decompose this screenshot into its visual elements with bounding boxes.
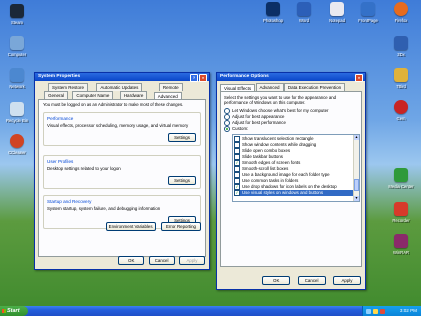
user-profiles-group: User Profiles Desktop settings related t… [43, 155, 201, 189]
cancel-button[interactable]: Cancel [297, 276, 326, 285]
ccleaner-icon [10, 134, 24, 148]
frontpage-icon [361, 2, 375, 16]
system-properties-footer: OK Cancel Apply [118, 256, 205, 265]
effects-scrollbar[interactable]: ▲ ▼ [353, 135, 359, 201]
performance-options-tabs: Visual Effects Advanced Data Execution P… [217, 81, 365, 92]
3dx-icon [394, 36, 408, 50]
network-icon [10, 68, 24, 82]
network-tray-icon[interactable] [366, 308, 371, 314]
media-center-icon [394, 168, 408, 182]
ok-button[interactable]: OK [262, 276, 291, 285]
intro-text: Select the settings you want to use for … [224, 95, 337, 105]
advanced-panel: You must be logged on as an Administrato… [38, 99, 206, 257]
recorder-icon [394, 202, 408, 216]
performance-group: Performance Visual effects, processor sc… [43, 112, 201, 146]
start-button[interactable]: Start [0, 306, 28, 316]
desktop-icon-firefox[interactable]: Firefox [384, 2, 418, 23]
volume-tray-icon[interactable] [373, 308, 378, 314]
firefox-icon [394, 2, 408, 16]
desktop-icon-network[interactable]: Network [0, 68, 34, 89]
error-reporting-button[interactable]: Error Reporting [161, 222, 201, 231]
desktop-icon-steam[interactable]: Steam [0, 4, 34, 25]
tab-general[interactable]: General [44, 91, 69, 99]
cancel-button[interactable]: Cancel [148, 256, 175, 265]
word-icon [297, 2, 311, 16]
clock[interactable]: 3:02 PM [400, 306, 417, 316]
desktop-icon-notepad[interactable]: Notepad [320, 2, 354, 23]
effect-item-selected[interactable]: ✓ Use visual styles on windows and button… [234, 190, 353, 196]
tab-remote[interactable]: Remote [158, 83, 183, 91]
tab-automatic-updates[interactable]: Automatic Updates [96, 83, 143, 91]
performance-options-window: Performance Options × Visual Effects Adv… [216, 72, 366, 290]
desktop-icon-photoshop[interactable]: Photoshop [256, 2, 290, 23]
radio-custom[interactable]: Custom: [224, 126, 358, 132]
winrar-icon [394, 234, 408, 248]
7bird-icon [394, 68, 408, 82]
desktop-icon-3dx[interactable]: 3Dx [384, 36, 418, 57]
system-tray: 3:02 PM [362, 306, 421, 316]
desktop-icon-7bird[interactable]: 7Bird [384, 68, 418, 89]
desktop-icon-media-center[interactable]: Media Center [384, 168, 418, 189]
tab-advanced[interactable]: Advanced [255, 83, 284, 91]
scroll-up-arrow-icon[interactable]: ▲ [354, 135, 359, 140]
admin-notice: You must be logged on as an Administrato… [43, 102, 184, 107]
desktop-icon-word[interactable]: Word [287, 2, 321, 23]
visual-effects-panel: Select the settings you want to use for … [220, 91, 362, 267]
system-properties-window: System Properties ? × System Restore Aut… [34, 72, 210, 270]
scroll-down-arrow-icon[interactable]: ▼ [354, 196, 359, 201]
effects-list: Show translucent selection rectangle Sho… [232, 134, 360, 202]
desktop-icon-recycle-bin[interactable]: Recycle Bin [0, 102, 34, 123]
desktop-icon-ccleaner[interactable]: CCleaner [0, 134, 34, 155]
desktop-icon-recorder[interactable]: Recorder [384, 202, 418, 223]
steam-icon [10, 4, 24, 18]
desktop-icon-computer[interactable]: Computer [0, 36, 34, 57]
performance-settings-button[interactable]: Settings [168, 133, 196, 142]
performance-options-titlebar[interactable]: Performance Options × [217, 73, 365, 82]
apply-button[interactable]: Apply [179, 256, 205, 265]
security-tray-icon[interactable] [380, 308, 385, 314]
windows-logo-icon [2, 309, 6, 313]
taskbar: Start 3:02 PM [0, 306, 421, 316]
tab-computer-name[interactable]: Computer Name [72, 91, 114, 99]
notepad-icon [330, 2, 344, 16]
apply-button[interactable]: Apply [333, 276, 361, 285]
ok-button[interactable]: OK [118, 256, 145, 265]
desktop-icon-gem[interactable]: Gem [384, 100, 418, 121]
environment-variables-button[interactable]: Environment Variables [105, 222, 156, 231]
system-properties-tabs: System Restore Automatic Updates Remote … [35, 81, 209, 100]
photoshop-icon [266, 2, 280, 16]
tab-data-execution-prevention[interactable]: Data Execution Prevention [283, 83, 346, 91]
user-profiles-settings-button[interactable]: Settings [168, 176, 196, 185]
desktop-icon-winrar[interactable]: WinRAR [384, 234, 418, 255]
tab-system-restore[interactable]: System Restore [48, 83, 89, 91]
system-properties-titlebar[interactable]: System Properties ? × [35, 73, 209, 82]
computer-icon [10, 36, 24, 50]
scroll-thumb[interactable] [354, 179, 359, 191]
tab-hardware[interactable]: Hardware [119, 91, 148, 99]
recycle-bin-icon [10, 102, 24, 116]
performance-options-footer: OK Cancel Apply [262, 276, 361, 285]
gem-icon [394, 100, 408, 114]
desktop-icon-frontpage[interactable]: FrontPage [351, 2, 385, 23]
